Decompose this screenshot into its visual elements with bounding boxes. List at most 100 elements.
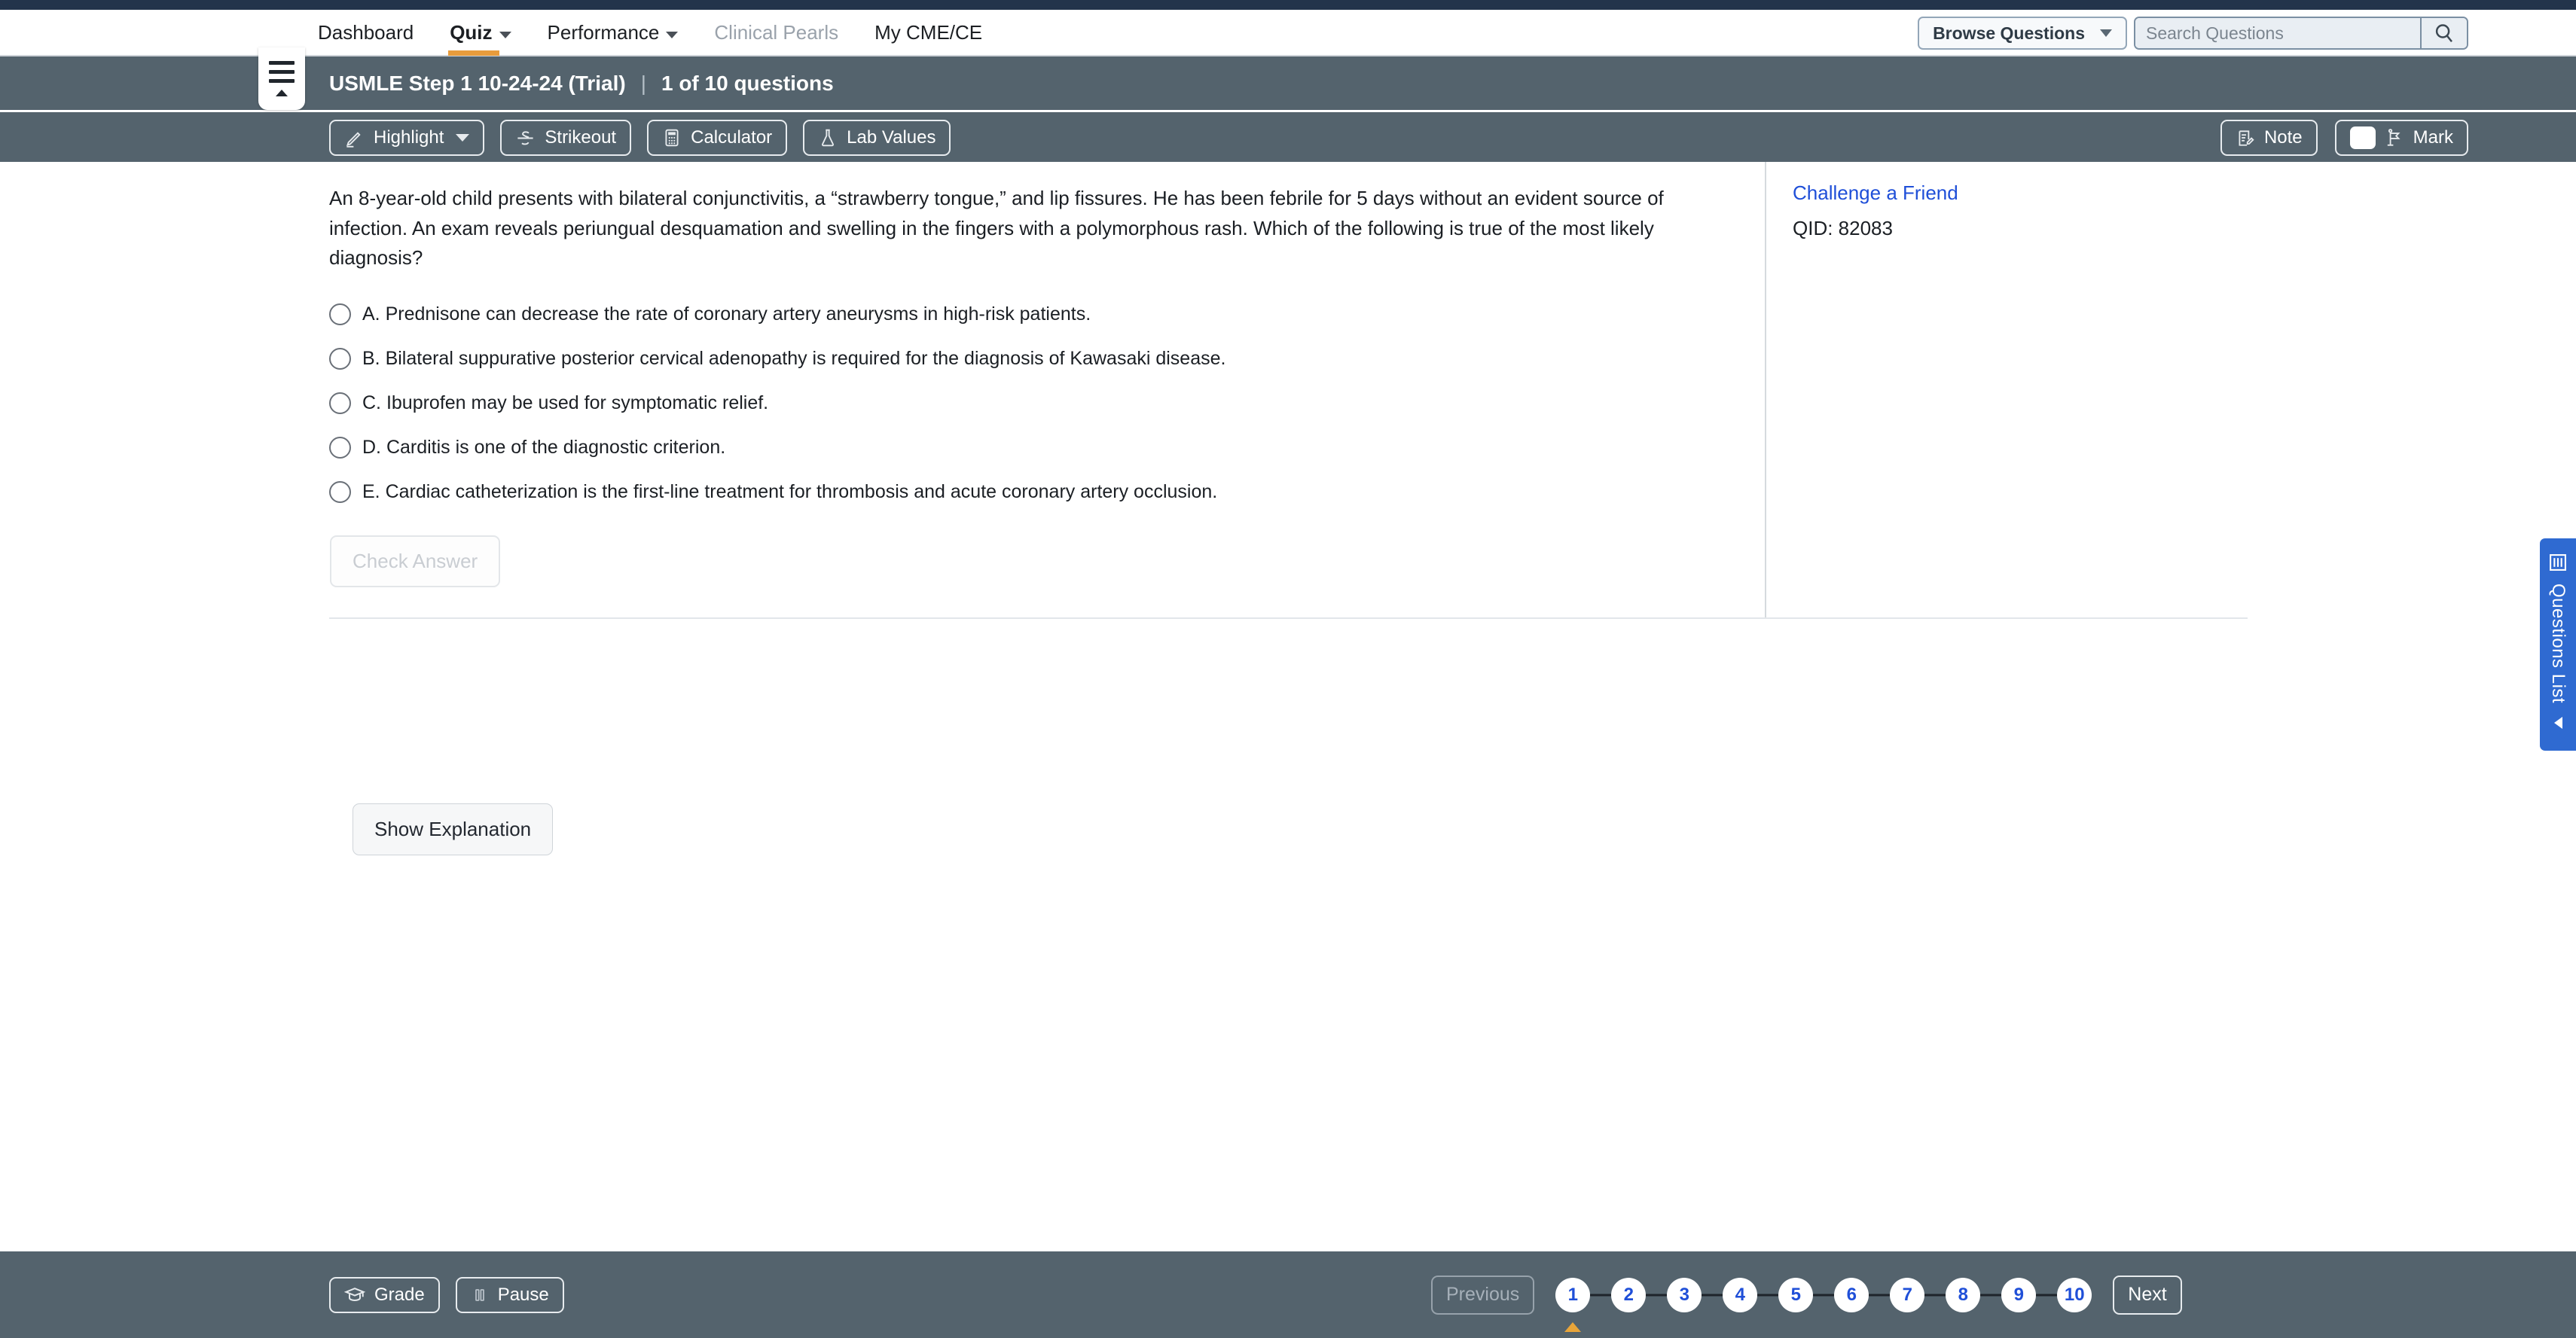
radio-button[interactable] (329, 437, 351, 459)
note-button[interactable]: Note (2220, 120, 2318, 156)
answer-option-b[interactable]: B. Bilateral suppurative posterior cervi… (329, 337, 1738, 381)
next-question-button[interactable]: Next (2113, 1276, 2181, 1315)
search-input[interactable] (2135, 18, 2420, 48)
chevron-down-icon (2100, 29, 2112, 37)
calculator-button[interactable]: Calculator (647, 120, 787, 156)
nav-item-label: Dashboard (318, 21, 414, 44)
toolbar-right-group: Note Mark (2220, 112, 2468, 163)
notepad-pencil-icon (2236, 128, 2255, 148)
pause-icon (471, 1286, 489, 1304)
radio-button[interactable] (329, 303, 351, 325)
hamburger-icon-line (269, 70, 295, 74)
browse-questions-label: Browse Questions (1933, 23, 2085, 44)
answer-options-list: A. Prednisone can decrease the rate of c… (329, 292, 1738, 514)
page-dot-7[interactable]: 7 (1890, 1278, 1924, 1312)
graduation-cap-icon (344, 1285, 365, 1306)
questions-list-label: Questions List (2547, 584, 2568, 703)
lab-values-button[interactable]: Lab Values (803, 120, 951, 156)
radio-button[interactable] (329, 392, 351, 414)
flask-icon (818, 128, 838, 148)
flag-icon (2385, 127, 2404, 148)
sidebar-toggle-button[interactable] (258, 47, 305, 110)
page-dots: 1 2 3 4 5 6 7 8 9 10 (1545, 1278, 2102, 1312)
page-dot-10[interactable]: 10 (2057, 1278, 2092, 1312)
highlighter-icon (344, 128, 365, 148)
mark-button[interactable]: Mark (2335, 120, 2468, 156)
answer-option-label: E. Cardiac catheterization is the first-… (362, 479, 1217, 505)
list-icon (2547, 552, 2568, 573)
active-tab-underline (448, 50, 499, 56)
pause-button[interactable]: Pause (456, 1277, 564, 1313)
quiz-title-group: USMLE Step 1 10-24-24 (Trial) | 1 of 10 … (329, 72, 834, 96)
answer-option-d[interactable]: D. Carditis is one of the diagnostic cri… (329, 425, 1738, 470)
mark-checkbox[interactable] (2350, 126, 2376, 149)
toolbar-left-group: Highlight Strikeout (329, 112, 951, 163)
radio-button[interactable] (329, 481, 351, 503)
top-navigation-bar: Dashboard Quiz Performance Clinical Pear… (0, 10, 2576, 56)
grade-button[interactable]: Grade (329, 1277, 440, 1313)
highlight-label: Highlight (374, 127, 444, 148)
page-dot-5[interactable]: 5 (1778, 1278, 1813, 1312)
question-column: An 8-year-old child presents with bilate… (329, 162, 1738, 587)
content-vertical-divider (1765, 162, 1766, 617)
search-box (2134, 17, 2468, 50)
mark-label: Mark (2413, 127, 2453, 148)
page-dot-2[interactable]: 2 (1611, 1278, 1646, 1312)
chevron-down-icon (499, 32, 511, 38)
nav-right-tools: Browse Questions (1918, 10, 2468, 56)
nav-item-clinical-pearls[interactable]: Clinical Pearls (713, 18, 840, 49)
page-dot-4[interactable]: 4 (1723, 1278, 1757, 1312)
page-dot-3[interactable]: 3 (1667, 1278, 1702, 1312)
question-toolbar: Highlight Strikeout (0, 111, 2576, 162)
nav-item-label: Performance (548, 21, 660, 44)
nav-item-dashboard[interactable]: Dashboard (316, 18, 415, 49)
quiz-page: Dashboard Quiz Performance Clinical Pear… (0, 0, 2576, 1338)
nav-item-label: Quiz (450, 21, 492, 44)
triangle-up-icon (276, 90, 288, 96)
nav-item-quiz[interactable]: Quiz (448, 18, 512, 49)
page-dot-8[interactable]: 8 (1946, 1278, 1980, 1312)
previous-question-button[interactable]: Previous (1431, 1276, 1534, 1315)
note-label: Note (2264, 127, 2303, 148)
quiz-footer-bar: Grade Pause Previous 1 2 3 4 5 (0, 1251, 2576, 1338)
nav-item-label: Clinical Pearls (714, 21, 838, 44)
question-id-label: QID: 82083 (1793, 217, 2320, 240)
nav-item-my-cme-ce[interactable]: My CME/CE (873, 18, 984, 49)
strikeout-label: Strikeout (545, 127, 616, 148)
quiz-title-bar: USMLE Step 1 10-24-24 (Trial) | 1 of 10 … (0, 56, 2576, 110)
question-side-panel: Challenge a Friend QID: 82083 (1793, 162, 2320, 240)
title-separator: | (641, 72, 646, 96)
check-answer-button[interactable]: Check Answer (330, 535, 500, 587)
page-dot-1[interactable]: 1 (1555, 1278, 1590, 1312)
strikeout-button[interactable]: Strikeout (500, 120, 631, 156)
browse-questions-button[interactable]: Browse Questions (1918, 17, 2127, 50)
question-pagination: Previous 1 2 3 4 5 6 7 8 9 10 Next (1431, 1276, 2182, 1315)
page-dot-6[interactable]: 6 (1834, 1278, 1869, 1312)
nav-item-performance[interactable]: Performance (546, 18, 680, 49)
calculator-label: Calculator (691, 127, 772, 148)
search-button[interactable] (2420, 18, 2467, 48)
challenge-a-friend-link[interactable]: Challenge a Friend (1793, 181, 1958, 205)
strikeout-icon (515, 128, 536, 148)
questions-list-tab[interactable]: Questions List (2540, 538, 2576, 751)
chevron-down-icon (666, 32, 678, 38)
footer-left-buttons: Grade Pause (329, 1277, 564, 1313)
highlight-button[interactable]: Highlight (329, 120, 484, 156)
answer-option-e[interactable]: E. Cardiac catheterization is the first-… (329, 470, 1738, 514)
question-content-area: An 8-year-old child presents with bilate… (0, 162, 2576, 1251)
question-progress: 1 of 10 questions (661, 72, 834, 96)
hamburger-icon (269, 61, 295, 65)
top-accent-strip (0, 0, 2576, 10)
page-dot-9[interactable]: 9 (2001, 1278, 2036, 1312)
answer-option-c[interactable]: C. Ibuprofen may be used for symptomatic… (329, 381, 1738, 425)
answer-option-a[interactable]: A. Prednisone can decrease the rate of c… (329, 292, 1738, 337)
answer-option-label: A. Prednisone can decrease the rate of c… (362, 301, 1091, 328)
question-stem: An 8-year-old child presents with bilate… (329, 162, 1708, 273)
show-explanation-button[interactable]: Show Explanation (353, 803, 553, 855)
search-icon (2433, 22, 2455, 44)
pause-label: Pause (498, 1285, 549, 1306)
content-horizontal-divider (329, 617, 2248, 619)
triangle-left-icon (2554, 717, 2562, 729)
calculator-icon (662, 128, 682, 148)
radio-button[interactable] (329, 348, 351, 370)
